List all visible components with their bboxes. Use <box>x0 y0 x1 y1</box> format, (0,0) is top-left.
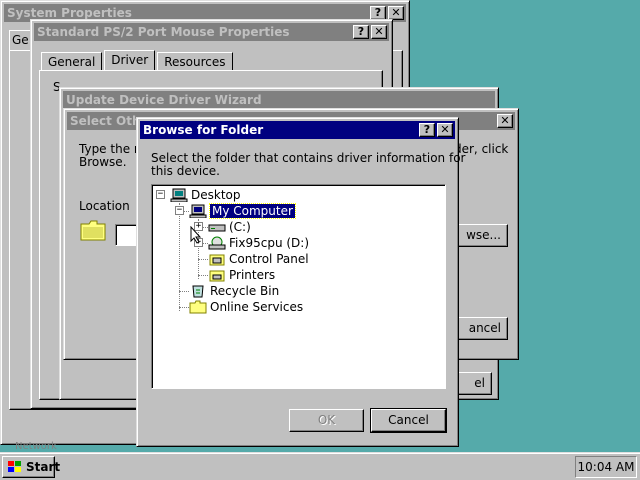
collapse-my-computer-toggle[interactable]: − <box>175 206 184 215</box>
tree-item-recycle-bin[interactable]: Recycle Bin <box>189 283 279 299</box>
folder-tree[interactable]: − − + + Desktop My Computer (C:) Fix95cp… <box>151 184 446 389</box>
system-tray-clock[interactable]: 10:04 AM <box>575 456 637 478</box>
windows-logo-icon <box>7 460 23 474</box>
taskbar: Start 10:04 AM <box>0 452 640 480</box>
wizard-titlebar[interactable]: Update Device Driver Wizard <box>63 91 495 109</box>
browse-button[interactable]: wse... <box>452 224 508 247</box>
close-button[interactable]: ✕ <box>388 6 404 20</box>
tree-item-d-drive[interactable]: Fix95cpu (D:) <box>208 235 309 251</box>
cancel-button[interactable]: ancel <box>452 317 508 340</box>
drive-icon <box>208 220 226 234</box>
help-button[interactable]: ? <box>370 6 386 20</box>
mouse-properties-titlebar[interactable]: Standard PS/2 Port Mouse Properties ? ✕ <box>34 23 389 41</box>
browse-titlebar[interactable]: Browse for Folder ? ✕ <box>140 121 455 139</box>
tree-item-my-computer[interactable]: My Computer <box>189 203 296 219</box>
tab-general[interactable]: General <box>41 52 103 71</box>
folder-icon <box>189 300 207 314</box>
tree-item-printers[interactable]: Printers <box>208 267 275 283</box>
recycle-bin-icon <box>189 284 207 298</box>
tab-general[interactable]: Ge <box>9 30 32 51</box>
mouse-cursor-icon <box>190 225 202 247</box>
instruction-text-2: this device. <box>151 164 220 178</box>
cancel-button[interactable]: Cancel <box>370 408 447 433</box>
location-label: Location <box>79 199 130 213</box>
close-button[interactable]: ✕ <box>497 114 513 128</box>
tree-item-c-drive[interactable]: (C:) <box>208 219 251 235</box>
tree-item-online-services[interactable]: Online Services <box>189 299 303 315</box>
control-panel-icon <box>208 252 226 266</box>
cdrom-icon <box>208 236 226 250</box>
printers-icon <box>208 268 226 282</box>
help-button[interactable]: ? <box>419 123 435 137</box>
ok-button[interactable]: OK <box>289 409 364 432</box>
browse-for-folder-dialog: Browse for Folder ? ✕ Select the folder … <box>136 117 465 447</box>
tab-driver[interactable]: Driver <box>104 50 156 71</box>
network-label-partial: Network <box>15 441 57 452</box>
help-button[interactable]: ? <box>353 25 369 39</box>
wizard-title: Update Device Driver Wizard <box>66 93 262 107</box>
close-button[interactable]: ✕ <box>437 123 453 137</box>
folder-icon <box>80 219 106 241</box>
instruction-text: Select the folder that contains driver i… <box>151 151 466 165</box>
tab-resources[interactable]: Resources <box>157 52 233 71</box>
start-button[interactable]: Start <box>2 456 60 478</box>
instruction-text-left-2: Browse. <box>79 155 127 169</box>
system-properties-title: System Properties <box>7 6 132 20</box>
close-button[interactable]: ✕ <box>371 25 387 39</box>
collapse-desktop-toggle[interactable]: − <box>156 190 165 199</box>
tree-item-control-panel[interactable]: Control Panel <box>208 251 309 267</box>
computer-icon <box>189 204 207 219</box>
browse-title: Browse for Folder <box>143 123 264 137</box>
desktop-icon <box>170 188 188 203</box>
mouse-properties-title: Standard PS/2 Port Mouse Properties <box>37 25 290 39</box>
tree-item-desktop[interactable]: Desktop <box>170 187 241 203</box>
